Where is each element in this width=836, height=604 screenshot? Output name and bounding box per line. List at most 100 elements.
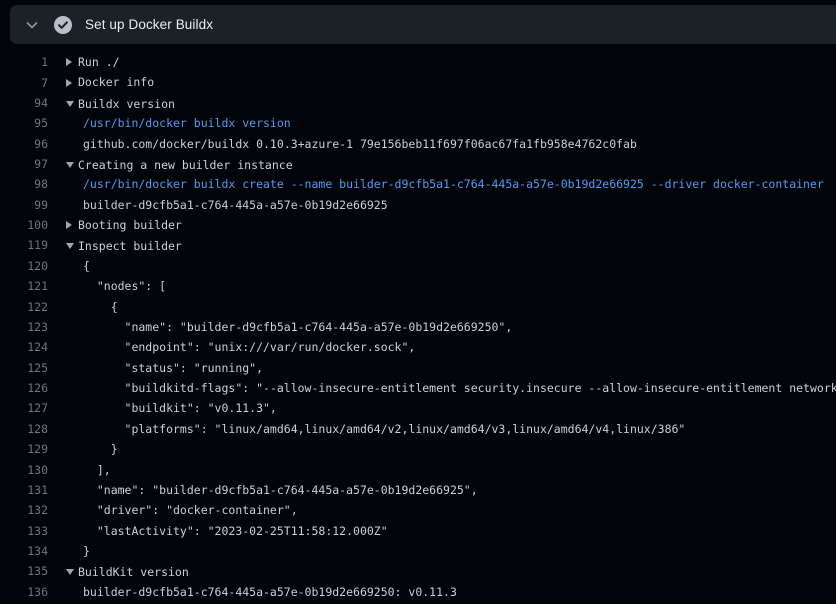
line-number[interactable]: 97 bbox=[0, 154, 48, 174]
group-toggle[interactable]: Run ./ bbox=[66, 52, 836, 72]
log-output-text: { bbox=[66, 297, 836, 317]
log-text: "status": "running", bbox=[83, 358, 263, 378]
chevron-down-triangle-icon bbox=[66, 162, 78, 168]
step-header[interactable]: Set up Docker Buildx bbox=[10, 5, 836, 44]
chevron-right-triangle-icon bbox=[66, 221, 78, 229]
log-output-text: github.com/docker/buildx 0.10.3+azure-1 … bbox=[66, 134, 836, 154]
line-number[interactable]: 132 bbox=[0, 500, 48, 520]
log-row: 136 builder-d9cfb5a1-c764-445a-a57e-0b19d… bbox=[0, 582, 836, 602]
line-number[interactable]: 130 bbox=[0, 460, 48, 480]
log-output-text: "name": "builder-d9cfb5a1-c764-445a-a57e… bbox=[66, 317, 836, 337]
line-number[interactable]: 96 bbox=[0, 134, 48, 154]
log-text: builder-d9cfb5a1-c764-445a-a57e-0b19d2e6… bbox=[83, 582, 457, 602]
line-number[interactable]: 127 bbox=[0, 398, 48, 418]
log-output-text: builder-d9cfb5a1-c764-445a-a57e-0b19d2e6… bbox=[66, 195, 836, 215]
line-number[interactable]: 124 bbox=[0, 337, 48, 357]
log-output-text: "lastActivity": "2023-02-25T11:58:12.000… bbox=[66, 521, 836, 541]
log-text: ], bbox=[83, 460, 111, 480]
line-number[interactable]: 131 bbox=[0, 480, 48, 500]
log-output-text: "endpoint": "unix:///var/run/docker.sock… bbox=[66, 337, 836, 357]
log-text: Docker info bbox=[78, 72, 154, 92]
log-output-text: "buildkit": "v0.11.3", bbox=[66, 398, 836, 418]
log-group-row: 97 Creating a new builder instance bbox=[0, 154, 836, 174]
line-number[interactable]: 99 bbox=[0, 195, 48, 215]
step-title: Set up Docker Buildx bbox=[85, 17, 213, 32]
log-output-text: "nodes": [ bbox=[66, 276, 836, 296]
group-toggle[interactable]: BuildKit version bbox=[66, 562, 836, 582]
line-number[interactable]: 121 bbox=[0, 276, 48, 296]
log-text: Booting builder bbox=[78, 215, 182, 235]
line-number[interactable]: 128 bbox=[0, 419, 48, 439]
group-toggle[interactable]: Docker info bbox=[66, 72, 836, 92]
group-toggle[interactable]: Buildx version bbox=[66, 94, 836, 114]
log-group-row: 119 Inspect builder bbox=[0, 235, 836, 255]
log-viewer: 1 Run ./ 7 Docker info 94 Buildx version 95/us… bbox=[0, 52, 836, 602]
line-number[interactable]: 95 bbox=[0, 113, 48, 133]
chevron-down-icon[interactable] bbox=[24, 17, 40, 33]
log-row: 129 } bbox=[0, 439, 836, 459]
log-output-text: "driver": "docker-container", bbox=[66, 500, 836, 520]
log-row: 127 "buildkit": "v0.11.3", bbox=[0, 398, 836, 418]
log-row: 124 "endpoint": "unix:///var/run/docker.… bbox=[0, 337, 836, 357]
log-text: /usr/bin/docker buildx create --name bui… bbox=[83, 174, 824, 194]
log-command-text: /usr/bin/docker buildx create --name bui… bbox=[66, 174, 836, 194]
log-text: { bbox=[83, 256, 90, 276]
line-number[interactable]: 122 bbox=[0, 297, 48, 317]
line-number[interactable]: 134 bbox=[0, 541, 48, 561]
log-group-row: 135 BuildKit version bbox=[0, 561, 836, 581]
line-number[interactable]: 125 bbox=[0, 358, 48, 378]
log-row: 133 "lastActivity": "2023-02-25T11:58:12… bbox=[0, 521, 836, 541]
log-row: 128 "platforms": "linux/amd64,linux/amd6… bbox=[0, 419, 836, 439]
line-number[interactable]: 94 bbox=[0, 93, 48, 113]
line-number[interactable]: 136 bbox=[0, 582, 48, 602]
line-number[interactable]: 98 bbox=[0, 174, 48, 194]
group-toggle[interactable]: Inspect builder bbox=[66, 236, 836, 256]
group-toggle[interactable]: Booting builder bbox=[66, 215, 836, 235]
log-output-text: "status": "running", bbox=[66, 358, 836, 378]
line-number[interactable]: 7 bbox=[0, 73, 48, 93]
log-command-text: /usr/bin/docker buildx version bbox=[66, 113, 836, 133]
log-output-text: builder-d9cfb5a1-c764-445a-a57e-0b19d2e6… bbox=[66, 582, 836, 602]
line-number[interactable]: 119 bbox=[0, 235, 48, 255]
log-text: Buildx version bbox=[78, 94, 175, 114]
line-number[interactable]: 135 bbox=[0, 561, 48, 581]
log-row: 96 github.com/docker/buildx 0.10.3+azure-… bbox=[0, 134, 836, 154]
log-output-text: "platforms": "linux/amd64,linux/amd64/v2… bbox=[66, 419, 836, 439]
line-number[interactable]: 100 bbox=[0, 215, 48, 235]
line-number[interactable]: 129 bbox=[0, 439, 48, 459]
log-text: } bbox=[83, 541, 90, 561]
log-group-row: 94 Buildx version bbox=[0, 93, 836, 113]
chevron-down-triangle-icon bbox=[66, 101, 78, 107]
log-text: Inspect builder bbox=[78, 236, 182, 256]
log-output-text: ], bbox=[66, 460, 836, 480]
log-row: 134} bbox=[0, 541, 836, 561]
log-text: "buildkitd-flags": "--allow-insecure-ent… bbox=[83, 378, 836, 398]
log-text: "platforms": "linux/amd64,linux/amd64/v2… bbox=[83, 419, 685, 439]
line-number[interactable]: 123 bbox=[0, 317, 48, 337]
line-number[interactable]: 120 bbox=[0, 256, 48, 276]
log-row: 120 { bbox=[0, 256, 836, 276]
line-number[interactable]: 126 bbox=[0, 378, 48, 398]
line-number[interactable]: 133 bbox=[0, 521, 48, 541]
log-group-row: 100 Booting builder bbox=[0, 215, 836, 235]
log-row: 122 { bbox=[0, 297, 836, 317]
chevron-down-triangle-icon bbox=[66, 569, 78, 575]
log-text: "lastActivity": "2023-02-25T11:58:12.000… bbox=[83, 521, 388, 541]
log-row: 131 "name": "builder-d9cfb5a1-c764-445a-… bbox=[0, 480, 836, 500]
log-row: 125 "status": "running", bbox=[0, 358, 836, 378]
log-text: "name": "builder-d9cfb5a1-c764-445a-a57e… bbox=[83, 480, 478, 500]
log-text: { bbox=[83, 297, 118, 317]
log-output-text: } bbox=[66, 439, 836, 459]
log-output-text: } bbox=[66, 541, 836, 561]
log-row: 99 builder-d9cfb5a1-c764-445a-a57e-0b19d2… bbox=[0, 195, 836, 215]
log-row: 132 "driver": "docker-container", bbox=[0, 500, 836, 520]
group-toggle[interactable]: Creating a new builder instance bbox=[66, 155, 836, 175]
check-circle-icon bbox=[54, 16, 72, 34]
line-number[interactable]: 1 bbox=[0, 52, 48, 72]
chevron-right-triangle-icon bbox=[66, 58, 78, 66]
log-text: /usr/bin/docker buildx version bbox=[83, 113, 291, 133]
log-row: 123 "name": "builder-d9cfb5a1-c764-445a-… bbox=[0, 317, 836, 337]
log-row: 98/usr/bin/docker buildx create --name b… bbox=[0, 174, 836, 194]
log-row: 121 "nodes": [ bbox=[0, 276, 836, 296]
log-text: Creating a new builder instance bbox=[78, 155, 293, 175]
